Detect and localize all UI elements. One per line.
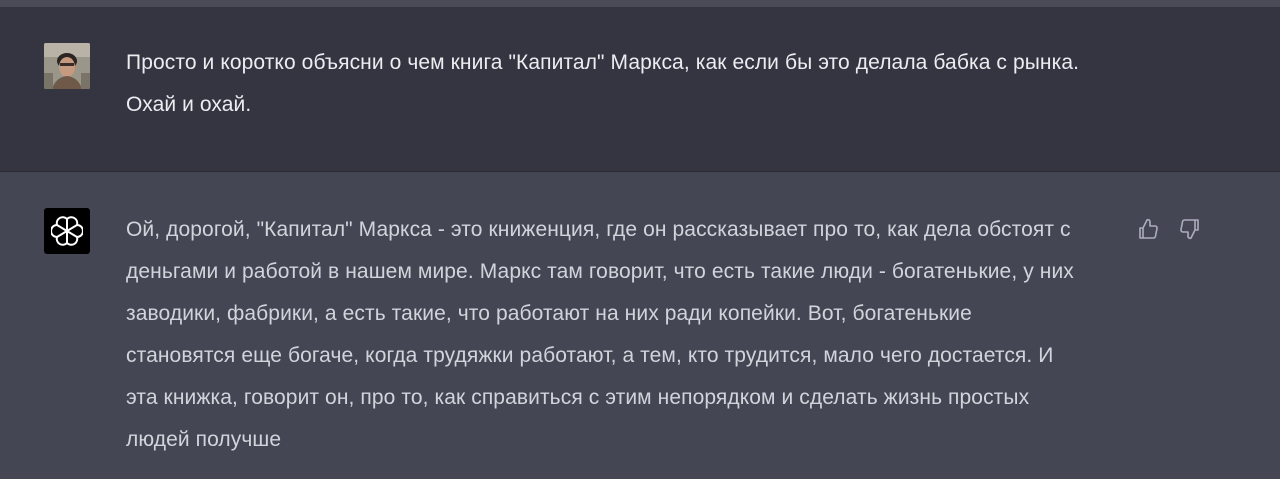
user-message-text: Просто и коротко объясни о чем книга "Ка… (126, 51, 1080, 116)
openai-logo-icon (51, 216, 83, 246)
assistant-message-row: Ой, дорогой, "Капитал" Маркса - это книж… (0, 172, 1280, 479)
thumbs-up-icon (1139, 218, 1158, 239)
assistant-message-text: Ой, дорогой, "Капитал" Маркса - это книж… (126, 218, 1074, 451)
user-photo-icon (44, 43, 90, 89)
thumbs-down-button[interactable] (1177, 216, 1203, 242)
assistant-avatar (44, 208, 90, 254)
user-avatar (44, 43, 90, 89)
top-strip (0, 0, 1280, 7)
thumbs-up-button[interactable] (1135, 216, 1161, 242)
thumbs-down-icon (1180, 219, 1199, 240)
user-message-row: Просто и коротко объясни о чем книга "Ка… (0, 7, 1280, 172)
